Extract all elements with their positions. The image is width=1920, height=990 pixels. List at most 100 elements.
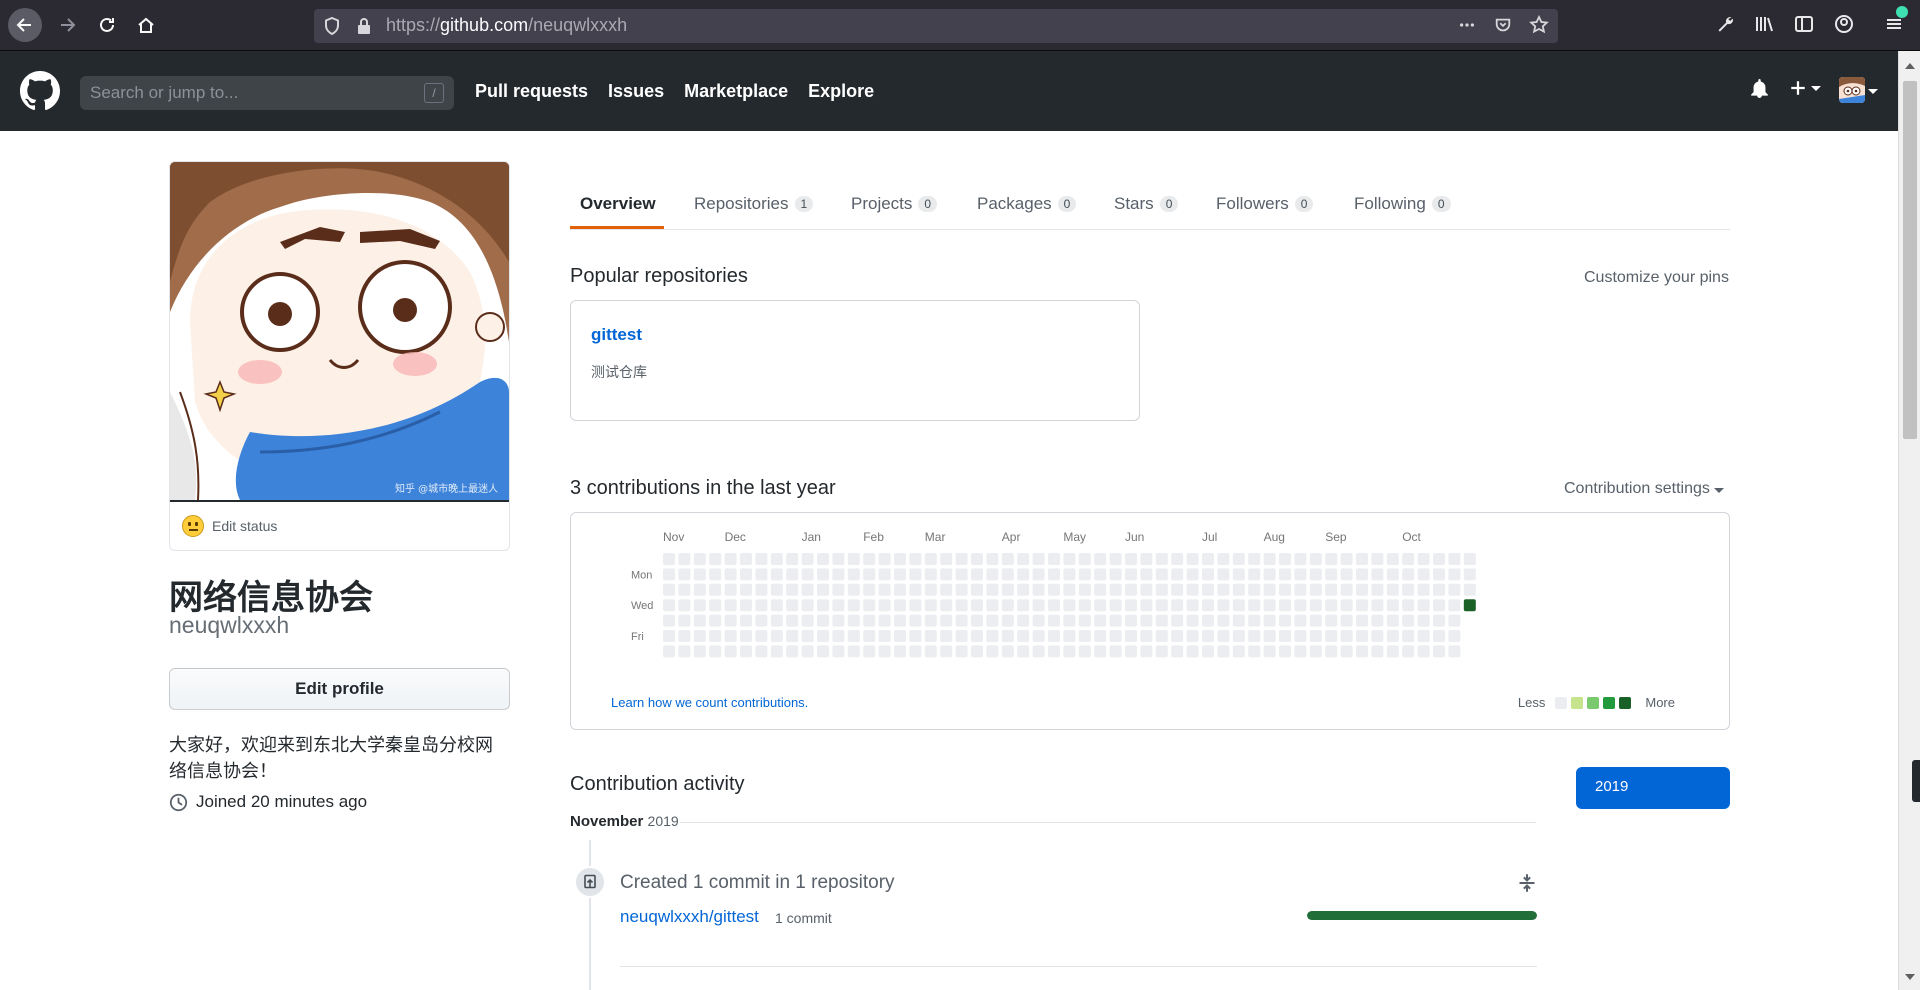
contribution-day[interactable] [1017,599,1030,612]
contribution-day[interactable] [1094,553,1107,565]
tab-projects[interactable]: Projects 0 [851,184,938,224]
contribution-day[interactable] [878,568,891,581]
contribution-day[interactable] [1063,599,1076,612]
contribution-day[interactable] [770,645,783,658]
contribution-day[interactable] [1094,599,1107,612]
contribution-day[interactable] [971,630,983,642]
contribution-day[interactable] [1417,553,1430,565]
contribution-day[interactable] [924,645,937,658]
contribution-day[interactable] [1048,568,1060,581]
edit-profile-button[interactable]: Edit profile [169,668,510,710]
avatar[interactable] [1839,77,1865,103]
bell-icon[interactable] [1750,79,1769,98]
contribution-day[interactable] [1202,614,1214,627]
contribution-day[interactable] [1433,599,1445,612]
contribution-day[interactable] [1263,568,1276,581]
contribution-day[interactable] [1402,583,1415,596]
contribution-day[interactable] [1325,583,1338,596]
contribution-day[interactable] [832,568,845,581]
contribution-day[interactable] [1078,614,1091,627]
contribution-day[interactable] [724,568,737,581]
account-icon[interactable] [1832,12,1856,36]
contribution-day[interactable] [1417,583,1430,596]
nav-marketplace[interactable]: Marketplace [684,81,788,102]
contribution-day[interactable] [986,583,999,596]
contribution-day[interactable] [1186,645,1199,658]
contribution-day[interactable] [1140,614,1153,627]
contribution-day[interactable] [863,599,876,612]
contribution-day[interactable] [1125,645,1137,658]
reload-icon[interactable] [90,8,124,42]
contribution-day[interactable] [1217,614,1230,627]
contribution-day[interactable] [1386,630,1399,642]
contribution-day[interactable] [1386,645,1399,658]
contribution-day[interactable] [801,599,814,612]
contribution-day[interactable] [1171,599,1184,612]
contribution-day[interactable] [1248,630,1261,642]
contribution-day[interactable] [1017,583,1030,596]
contribution-day[interactable] [1048,630,1060,642]
contribution-day[interactable] [1417,614,1430,627]
contribution-day[interactable] [1171,568,1184,581]
contribution-day[interactable] [878,599,891,612]
contribution-day[interactable] [770,614,783,627]
contribution-day[interactable] [1017,630,1030,642]
contribution-day[interactable] [817,583,829,596]
contribution-day[interactable] [894,568,906,581]
contribution-day[interactable] [1263,645,1276,658]
contribution-day[interactable] [1155,583,1168,596]
contribution-day[interactable] [1356,553,1368,565]
contribution-day[interactable] [832,645,845,658]
contribution-day[interactable] [1417,599,1430,612]
contribution-day[interactable] [740,568,752,581]
contribution-day[interactable] [1063,583,1076,596]
contribution-day[interactable] [1202,553,1214,565]
contribution-day[interactable] [1001,630,1014,642]
bookmark-star-icon[interactable] [1528,14,1550,36]
contribution-day[interactable] [1340,645,1353,658]
contribution-day[interactable] [1001,583,1014,596]
contribution-day[interactable] [817,553,829,565]
contribution-day[interactable] [1032,568,1045,581]
contribution-day[interactable] [847,583,860,596]
contribution-day[interactable] [1048,645,1060,658]
contribution-day[interactable] [1094,614,1107,627]
contribution-day[interactable] [1371,614,1384,627]
contribution-day[interactable] [909,645,922,658]
contribution-day[interactable] [894,553,906,565]
contribution-day[interactable] [1063,645,1076,658]
contribution-day[interactable] [940,568,953,581]
contribution-day[interactable] [724,645,737,658]
contribution-day[interactable] [1186,568,1199,581]
contribution-day[interactable] [770,630,783,642]
contribution-day[interactable] [986,553,999,565]
contribution-day[interactable] [1448,599,1461,612]
contribution-day[interactable] [678,568,691,581]
contribution-day[interactable] [1463,599,1476,612]
contribution-day[interactable] [1109,614,1122,627]
activity-summary[interactable]: Created 1 commit in 1 repository [620,872,895,894]
contribution-day[interactable] [1417,568,1430,581]
contribution-day[interactable] [770,583,783,596]
contribution-day[interactable] [1202,568,1214,581]
contribution-day[interactable] [770,599,783,612]
tab-overview[interactable]: Overview [580,184,656,224]
contribution-day[interactable] [1217,568,1230,581]
search-input[interactable]: Search or jump to... / [80,76,454,110]
contribution-day[interactable] [1386,583,1399,596]
contribution-day[interactable] [971,645,983,658]
contribution-day[interactable] [1279,599,1291,612]
sidebar-icon[interactable] [1792,12,1816,36]
contribution-day[interactable] [924,553,937,565]
contribution-day[interactable] [1325,614,1338,627]
contribution-day[interactable] [847,645,860,658]
contribution-day[interactable] [1309,614,1322,627]
contribution-day[interactable] [1325,599,1338,612]
contribution-day[interactable] [786,583,799,596]
contribution-day[interactable] [1094,568,1107,581]
contribution-day[interactable] [863,630,876,642]
contribution-day[interactable] [817,645,829,658]
contribution-day[interactable] [971,583,983,596]
contribution-day[interactable] [1232,630,1245,642]
contribution-day[interactable] [940,583,953,596]
